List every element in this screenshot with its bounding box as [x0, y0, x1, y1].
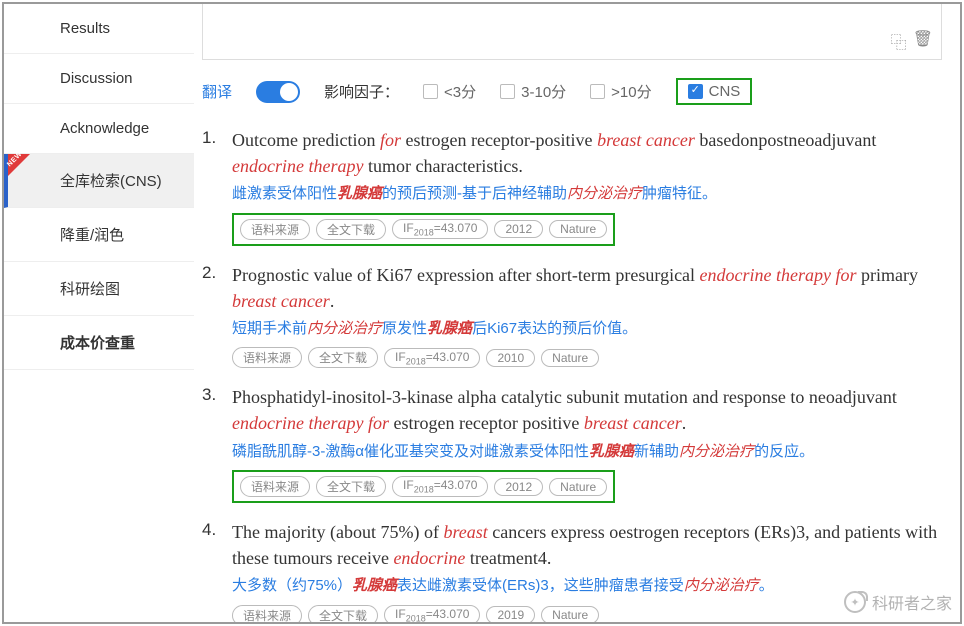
tag-year[interactable]: 2019 — [486, 606, 535, 622]
result-body: Prognostic value of Ki67 expression afte… — [232, 262, 940, 369]
tag-journal[interactable]: Nature — [541, 349, 599, 367]
checkbox-icon — [590, 84, 605, 99]
impact-factor-label: 影响因子： — [324, 81, 399, 102]
result-body: Phosphatidyl-inositol-3-kinase alpha cat… — [232, 384, 940, 503]
tag-source[interactable]: 语料来源 — [240, 476, 310, 497]
app-frame: Results Discussion Acknowledge 全库检索(CNS)… — [2, 2, 962, 624]
tag-download[interactable]: 全文下载 — [308, 347, 378, 368]
result-translation: 大多数（约75%）乳腺癌表达雌激素受体(ERs)3，这些肿瘤患者接受内分泌治疗。 — [232, 575, 940, 598]
search-box-area: ⿻ 🗑 — [202, 4, 942, 60]
filter-opt-label: 3-10分 — [521, 81, 566, 102]
layout: Results Discussion Acknowledge 全库检索(CNS)… — [4, 4, 960, 622]
sidebar-item-rewrite[interactable]: 降重/润色 — [4, 208, 194, 262]
checkbox-icon — [423, 84, 438, 99]
filter-opt-gt10[interactable]: >10分 — [590, 81, 651, 102]
filter-opt-label: <3分 — [444, 81, 476, 102]
filter-opt-3-10[interactable]: 3-10分 — [500, 81, 566, 102]
filter-opt-label: CNS — [709, 83, 741, 100]
sidebar-item-label: 全库检索(CNS) — [60, 173, 162, 190]
sidebar-item-plagiarism[interactable]: 成本价查重 — [4, 316, 194, 370]
tag-download[interactable]: 全文下载 — [316, 219, 386, 240]
result-item: 1. Outcome prediction for estrogen recep… — [202, 127, 940, 246]
sidebar-item-discussion[interactable]: Discussion — [4, 54, 194, 104]
translate-label: 翻译 — [202, 81, 232, 102]
result-tags: 语料来源 全文下载 IF2018=43.070 2019 Nature — [232, 605, 940, 622]
result-number: 1. — [202, 127, 232, 246]
result-title[interactable]: Phosphatidyl-inositol-3-kinase alpha cat… — [232, 384, 940, 436]
result-number: 3. — [202, 384, 232, 503]
result-tags: 语料来源 全文下载 IF2018=43.070 2010 Nature — [232, 347, 940, 368]
tag-if[interactable]: IF2018=43.070 — [384, 348, 480, 368]
result-item: 2. Prognostic value of Ki67 expression a… — [202, 262, 940, 369]
result-body: The majority (about 75%) of breast cance… — [232, 519, 940, 622]
result-translation: 短期手术前内分泌治疗原发性乳腺癌后Ki67表达的预后价值。 — [232, 318, 940, 341]
sidebar: Results Discussion Acknowledge 全库检索(CNS)… — [4, 4, 194, 622]
sidebar-item-graphics[interactable]: 科研绘图 — [4, 262, 194, 316]
tag-source[interactable]: 语料来源 — [240, 219, 310, 240]
tag-if[interactable]: IF2018=43.070 — [392, 476, 488, 496]
sidebar-item-results[interactable]: Results — [4, 4, 194, 54]
result-number: 4. — [202, 519, 232, 622]
checkbox-checked-icon — [688, 84, 703, 99]
sidebar-item-acknowledge[interactable]: Acknowledge — [4, 104, 194, 154]
tag-source[interactable]: 语料来源 — [232, 605, 302, 622]
result-title[interactable]: Prognostic value of Ki67 expression afte… — [232, 262, 940, 314]
tag-download[interactable]: 全文下载 — [316, 476, 386, 497]
filter-opt-label: >10分 — [611, 81, 651, 102]
tag-journal[interactable]: Nature — [549, 220, 607, 238]
result-title[interactable]: The majority (about 75%) of breast cance… — [232, 519, 940, 571]
top-icon-group: ⿻ 🗑 — [891, 29, 933, 53]
result-translation: 磷脂酰肌醇-3-激酶α催化亚基突变及对雌激素受体阳性乳腺癌新辅助内分泌治疗的反应… — [232, 441, 940, 464]
filter-opt-cns[interactable]: CNS — [688, 83, 741, 100]
tag-download[interactable]: 全文下载 — [308, 605, 378, 622]
copy-icon[interactable]: ⿻ — [891, 29, 907, 53]
results-list: 1. Outcome prediction for estrogen recep… — [194, 119, 960, 622]
tag-year[interactable]: 2012 — [494, 220, 543, 238]
tag-if[interactable]: IF2018=43.070 — [392, 219, 488, 239]
tag-year[interactable]: 2010 — [486, 349, 535, 367]
tag-if[interactable]: IF2018=43.070 — [384, 605, 480, 622]
tag-year[interactable]: 2012 — [494, 478, 543, 496]
result-item: 4. The majority (about 75%) of breast ca… — [202, 519, 940, 622]
result-tags-highlight: 语料来源 全文下载 IF2018=43.070 2012 Nature — [232, 213, 615, 246]
filter-bar: 翻译 影响因子： <3分 3-10分 >10分 CNS — [194, 64, 960, 119]
tag-journal[interactable]: Nature — [549, 478, 607, 496]
tag-journal[interactable]: Nature — [541, 606, 599, 622]
result-body: Outcome prediction for estrogen receptor… — [232, 127, 940, 246]
result-number: 2. — [202, 262, 232, 369]
sidebar-item-cns-search[interactable]: 全库检索(CNS) — [4, 154, 194, 208]
result-tags-highlight: 语料来源 全文下载 IF2018=43.070 2012 Nature — [232, 470, 615, 503]
result-item: 3. Phosphatidyl-inositol-3-kinase alpha … — [202, 384, 940, 503]
result-title[interactable]: Outcome prediction for estrogen receptor… — [232, 127, 940, 179]
checkbox-icon — [500, 84, 515, 99]
delete-icon[interactable]: 🗑 — [913, 29, 933, 53]
result-translation: 雌激素受体阳性乳腺癌的预后预测-基于后神经辅助内分泌治疗肿瘤特征。 — [232, 183, 940, 206]
filter-opt-cns-highlight: CNS — [676, 78, 753, 105]
new-badge-icon — [8, 154, 30, 176]
filter-opt-lt3[interactable]: <3分 — [423, 81, 476, 102]
tag-source[interactable]: 语料来源 — [232, 347, 302, 368]
main-panel: ⿻ 🗑 翻译 影响因子： <3分 3-10分 >10分 CNS 1. — [194, 4, 960, 622]
translate-toggle[interactable] — [256, 81, 300, 103]
